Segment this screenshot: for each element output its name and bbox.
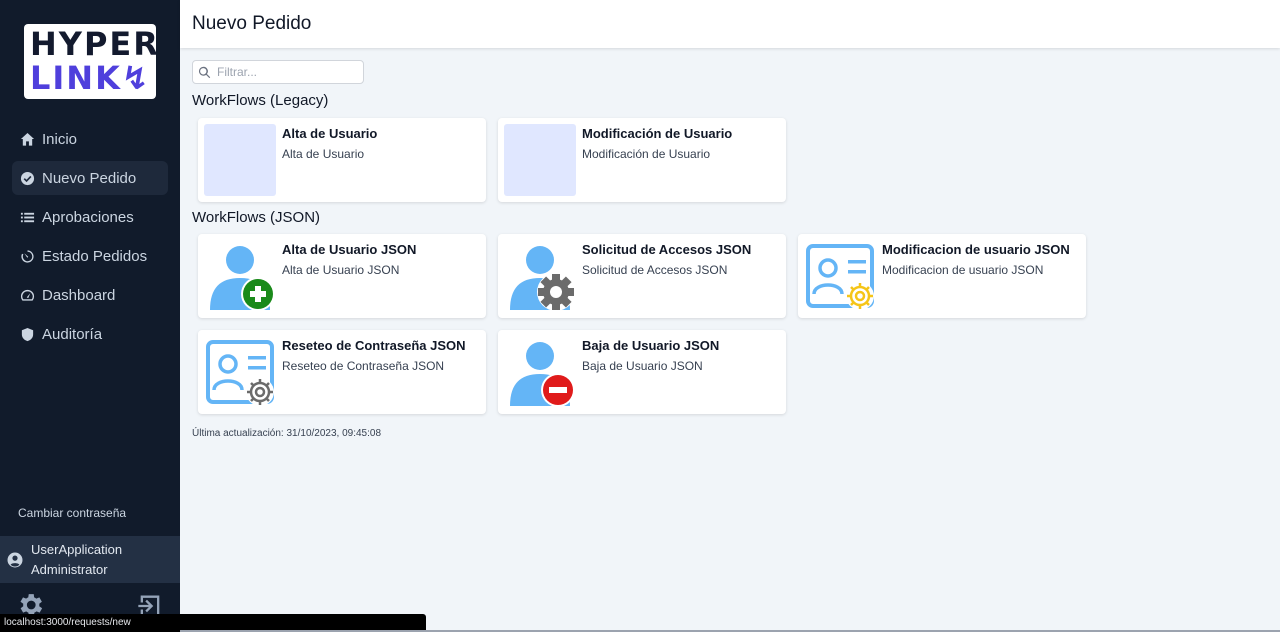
- sidebar-item-estado-pedidos[interactable]: Estado Pedidos: [12, 239, 168, 273]
- lightning-icon: ↯: [121, 59, 151, 97]
- filter-search-box[interactable]: [192, 60, 364, 84]
- workflow-card-alta-usuario-json[interactable]: Alta de Usuario JSON Alta de Usuario JSO…: [198, 234, 486, 318]
- workflow-card-reseteo-contrasena-json[interactable]: Reseteo de Contraseña JSON Reseteo de Co…: [198, 330, 486, 414]
- sidebar-item-label: Estado Pedidos: [42, 247, 148, 265]
- sidebar-item-auditoria[interactable]: Auditoría: [12, 317, 168, 351]
- card-subtitle: Solicitud de Accesos JSON: [582, 263, 728, 277]
- user-remove-icon: [504, 336, 576, 408]
- sidebar-nav: Inicio Nuevo Pedido Aprobaciones Estado …: [12, 122, 168, 356]
- card-subtitle: Baja de Usuario JSON: [582, 359, 703, 373]
- timer-icon: [20, 249, 35, 264]
- last-updated-timestamp: Última actualización: 31/10/2023, 09:45:…: [192, 428, 382, 439]
- logo-line-2: LINK↯: [30, 59, 151, 97]
- workflow-thumbnail: [504, 124, 576, 196]
- card-title: Baja de Usuario JSON: [582, 338, 720, 353]
- section-title-legacy: WorkFlows (Legacy): [192, 92, 329, 109]
- filter-input[interactable]: [217, 65, 357, 79]
- workflow-card-solicitud-accesos-json[interactable]: Solicitud de Accesos JSON Solicitud de A…: [498, 234, 786, 318]
- workflow-card-alta-usuario[interactable]: Alta de Usuario Alta de Usuario: [198, 118, 486, 202]
- logo-line-1: HYPER: [30, 25, 156, 63]
- topbar: Nuevo Pedido: [180, 0, 1280, 48]
- card-subtitle: Alta de Usuario JSON: [282, 263, 400, 277]
- sidebar-item-label: Inicio: [42, 130, 78, 148]
- check-circle-icon: [20, 171, 35, 186]
- workflow-card-modificacion-usuario[interactable]: Modificación de Usuario Modificación de …: [498, 118, 786, 202]
- page-title: Nuevo Pedido: [192, 13, 312, 34]
- workflow-card-baja-usuario-json[interactable]: Baja de Usuario JSON Baja de Usuario JSO…: [498, 330, 786, 414]
- card-title: Modificacion de usuario JSON: [882, 242, 1070, 257]
- home-icon: [20, 132, 35, 147]
- card-subtitle: Modificacion de usuario JSON: [882, 263, 1044, 277]
- hyperlink-logo[interactable]: HYPER LINK↯: [24, 24, 156, 99]
- id-card-gear-icon: [204, 336, 276, 408]
- id-card-gear-icon: [804, 240, 876, 312]
- user-role: Administrator: [31, 561, 108, 577]
- workflow-thumbnail: [204, 124, 276, 196]
- sidebar: HYPER LINK↯ Inicio Nuevo Pedido Aprobaci…: [0, 0, 180, 632]
- sidebar-item-aprobaciones[interactable]: Aprobaciones: [12, 200, 168, 234]
- card-title: Alta de Usuario: [282, 126, 378, 141]
- user-add-icon: [204, 240, 276, 312]
- sidebar-item-label: Dashboard: [42, 286, 116, 304]
- sidebar-item-nuevo-pedido[interactable]: Nuevo Pedido: [12, 161, 168, 195]
- workflow-card-modificacion-usuario-json[interactable]: Modificacion de usuario JSON Modificacio…: [798, 234, 1086, 318]
- section-title-json: WorkFlows (JSON): [192, 209, 321, 226]
- sidebar-item-label: Auditoría: [42, 325, 103, 343]
- card-subtitle: Reseteo de Contraseña JSON: [282, 359, 445, 373]
- search-icon: [198, 66, 211, 78]
- user-name: UserApplication: [31, 541, 123, 557]
- card-title: Alta de Usuario JSON: [282, 242, 417, 257]
- sidebar-item-label: Nuevo Pedido: [42, 169, 137, 187]
- card-title: Modificación de Usuario: [582, 126, 733, 141]
- change-password-link[interactable]: Cambiar contraseña: [18, 506, 126, 520]
- card-subtitle: Alta de Usuario: [282, 147, 365, 161]
- card-title: Reseteo de Contraseña JSON: [282, 338, 466, 353]
- sidebar-item-inicio[interactable]: Inicio: [12, 122, 168, 156]
- card-subtitle: Modificación de Usuario: [582, 147, 711, 161]
- user-gear-icon: [504, 240, 576, 312]
- sidebar-item-dashboard[interactable]: Dashboard: [12, 278, 168, 312]
- gauge-icon: [20, 288, 35, 303]
- user-profile[interactable]: UserApplication Administrator: [0, 536, 180, 583]
- sidebar-item-label: Aprobaciones: [42, 208, 134, 226]
- user-circle-icon: [7, 552, 23, 567]
- list-icon: [20, 210, 35, 225]
- card-title: Solicitud de Accesos JSON: [582, 242, 752, 257]
- shield-icon: [20, 327, 35, 342]
